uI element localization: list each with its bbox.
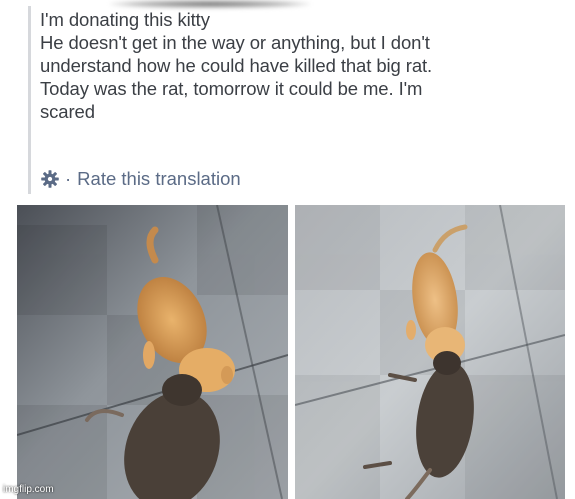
post-text-line: scared <box>40 101 95 122</box>
gear-icon <box>41 170 59 188</box>
post-text-line: Today was the rat, tomorrow it could be … <box>40 78 423 99</box>
quote-bar <box>28 6 31 194</box>
post-text-line: He doesn't get in the way or anything, b… <box>40 32 430 53</box>
kitten-rat-photo-left <box>17 205 288 499</box>
rate-translation-link[interactable]: · Rate this translation <box>40 166 241 192</box>
photo-right[interactable] <box>295 205 565 499</box>
translated-post: I'm donating this kitty He doesn't get i… <box>28 6 568 196</box>
rate-translation-label: Rate this translation <box>77 168 241 189</box>
post-text-line: I'm donating this kitty <box>40 9 210 30</box>
imgflip-watermark: imgflip.com <box>3 484 54 495</box>
kitten-rat-photo-right <box>295 205 565 499</box>
post-text: I'm donating this kitty He doesn't get i… <box>40 8 560 123</box>
post-text-line: understand how he could have killed that… <box>40 55 433 76</box>
photo-left[interactable] <box>17 205 288 499</box>
separator-dot: · <box>65 168 72 189</box>
